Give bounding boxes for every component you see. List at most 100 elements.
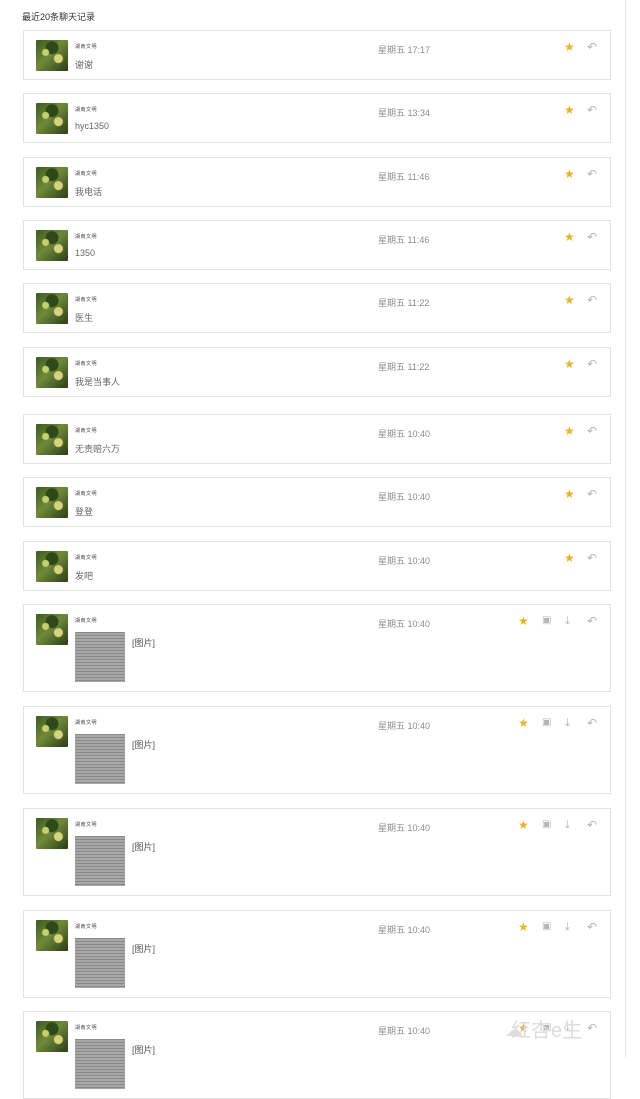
message-time: 星期五 10:40 bbox=[378, 1026, 431, 1036]
message-time: 星期五 11:22 bbox=[378, 298, 430, 308]
message-text: 我是当事人 bbox=[75, 377, 121, 387]
save-icon[interactable]: ▣ bbox=[542, 921, 551, 933]
message-item: 湖南文明 星期五 11:22 我是当事人 ★ ↶ bbox=[23, 347, 611, 397]
reply-icon[interactable]: ↶ bbox=[587, 294, 597, 306]
message-item: 湖南文明 星期五 17:17 谢谢 ★ ↶ bbox=[23, 30, 611, 80]
save-icon[interactable]: ▣ bbox=[542, 717, 551, 729]
reply-icon[interactable]: ↶ bbox=[587, 552, 597, 564]
image-label: [图片] bbox=[132, 638, 156, 648]
message-time: 星期五 10:40 bbox=[378, 492, 431, 502]
star-icon[interactable]: ★ bbox=[564, 168, 575, 180]
sender-name: 湖南文明 bbox=[75, 924, 98, 930]
download-icon[interactable]: ⤓ bbox=[565, 819, 570, 831]
image-thumbnail[interactable] bbox=[75, 836, 125, 886]
avatar[interactable] bbox=[36, 40, 68, 71]
avatar[interactable] bbox=[36, 614, 68, 645]
sender-name: 湖南文明 bbox=[75, 361, 98, 367]
message-time: 星期五 10:40 bbox=[378, 429, 431, 439]
image-thumbnail[interactable] bbox=[75, 938, 125, 988]
star-icon[interactable]: ★ bbox=[564, 425, 575, 437]
message-text: 发吧 bbox=[75, 571, 94, 581]
star-icon[interactable]: ★ bbox=[564, 294, 575, 306]
image-thumbnail[interactable] bbox=[75, 632, 125, 682]
save-icon[interactable]: ▣ bbox=[542, 819, 551, 831]
reply-icon[interactable]: ↶ bbox=[587, 168, 597, 180]
star-icon[interactable]: ★ bbox=[518, 615, 529, 627]
image-thumbnail[interactable] bbox=[75, 1039, 125, 1089]
star-icon[interactable]: ★ bbox=[564, 231, 575, 243]
message-time: 星期五 11:46 bbox=[378, 235, 430, 245]
watermark: 红杏e生 bbox=[511, 1020, 583, 1042]
avatar[interactable] bbox=[36, 167, 68, 198]
avatar[interactable] bbox=[36, 551, 68, 582]
star-icon[interactable]: ★ bbox=[564, 552, 575, 564]
message-time: 星期五 10:40 bbox=[378, 619, 431, 629]
message-text: 无责赔六万 bbox=[75, 444, 121, 454]
avatar[interactable] bbox=[36, 1021, 68, 1052]
image-label: [图片] bbox=[132, 944, 156, 954]
message-time: 星期五 10:40 bbox=[378, 925, 431, 935]
reply-icon[interactable]: ↶ bbox=[587, 231, 597, 243]
message-text: 我电话 bbox=[75, 187, 103, 197]
reply-icon[interactable]: ↶ bbox=[587, 425, 597, 437]
message-text: 医生 bbox=[75, 313, 94, 323]
star-icon[interactable]: ★ bbox=[564, 41, 575, 53]
reply-icon[interactable]: ↶ bbox=[587, 921, 597, 933]
avatar[interactable] bbox=[36, 293, 68, 324]
avatar[interactable] bbox=[36, 920, 68, 951]
message-item: 湖南文明 星期五 10:40 无责赔六万 ★ ↶ bbox=[23, 414, 611, 464]
message-time: 星期五 10:40 bbox=[378, 556, 431, 566]
image-label: [图片] bbox=[132, 1045, 156, 1055]
save-icon[interactable]: ▣ bbox=[542, 615, 551, 627]
page-title: 最近20条聊天记录 bbox=[22, 12, 96, 22]
reply-icon[interactable]: ↶ bbox=[587, 358, 597, 370]
reply-icon[interactable]: ↶ bbox=[587, 104, 597, 116]
avatar[interactable] bbox=[36, 230, 68, 261]
star-icon[interactable]: ★ bbox=[564, 358, 575, 370]
star-icon[interactable]: ★ bbox=[518, 717, 529, 729]
reply-icon[interactable]: ↶ bbox=[587, 488, 597, 500]
sender-name: 湖南文明 bbox=[75, 428, 98, 434]
avatar[interactable] bbox=[36, 103, 68, 134]
star-icon[interactable]: ★ bbox=[564, 104, 575, 116]
message-time: 星期五 10:40 bbox=[378, 823, 431, 833]
reply-icon[interactable]: ↶ bbox=[587, 41, 597, 53]
message-text: 谢谢 bbox=[75, 60, 94, 70]
message-text: hyc1350 bbox=[75, 121, 110, 131]
reply-icon[interactable]: ↶ bbox=[587, 819, 597, 831]
sender-name: 湖南文明 bbox=[75, 44, 98, 50]
avatar[interactable] bbox=[36, 716, 68, 747]
message-item: 湖南文明 星期五 10:40 发吧 ★ ↶ bbox=[23, 541, 611, 591]
image-label: [图片] bbox=[132, 842, 156, 852]
message-item: 湖南文明 星期五 11:46 1350 ★ ↶ bbox=[23, 220, 611, 270]
reply-icon[interactable]: ↶ bbox=[587, 615, 597, 627]
star-icon[interactable]: ★ bbox=[518, 819, 529, 831]
message-item: 湖南文明 星期五 10:40 [图片] ★ ▣ ⤓ ↶ bbox=[23, 706, 611, 794]
message-time: 星期五 11:46 bbox=[378, 172, 430, 182]
avatar[interactable] bbox=[36, 487, 68, 518]
message-text: 登登 bbox=[75, 507, 94, 517]
message-time: 星期五 10:40 bbox=[378, 721, 431, 731]
reply-icon[interactable]: ↶ bbox=[587, 717, 597, 729]
message-text: 1350 bbox=[75, 248, 96, 258]
message-item: 湖南文明 星期五 10:40 [图片] ★ ▣ ⤓ ↶ bbox=[23, 808, 611, 896]
download-icon[interactable]: ⤓ bbox=[565, 615, 570, 627]
sender-name: 湖南文明 bbox=[75, 720, 98, 726]
reply-icon[interactable]: ↶ bbox=[587, 1022, 597, 1034]
avatar[interactable] bbox=[36, 424, 68, 455]
page-divider bbox=[625, 0, 626, 1057]
message-item: 湖南文明 星期五 10:40 [图片] ★ ▣ ⤓ ↶ bbox=[23, 604, 611, 692]
download-icon[interactable]: ⤓ bbox=[565, 921, 570, 933]
star-icon[interactable]: ★ bbox=[518, 921, 529, 933]
sender-name: 湖南文明 bbox=[75, 297, 98, 303]
star-icon[interactable]: ★ bbox=[564, 488, 575, 500]
message-item: 湖南文明 星期五 10:40 登登 ★ ↶ bbox=[23, 477, 611, 527]
sender-name: 湖南文明 bbox=[75, 171, 98, 177]
sender-name: 湖南文明 bbox=[75, 491, 98, 497]
image-thumbnail[interactable] bbox=[75, 734, 125, 784]
sender-name: 湖南文明 bbox=[75, 234, 98, 240]
avatar[interactable] bbox=[36, 357, 68, 388]
message-time: 星期五 11:22 bbox=[378, 362, 430, 372]
download-icon[interactable]: ⤓ bbox=[565, 717, 570, 729]
avatar[interactable] bbox=[36, 818, 68, 849]
